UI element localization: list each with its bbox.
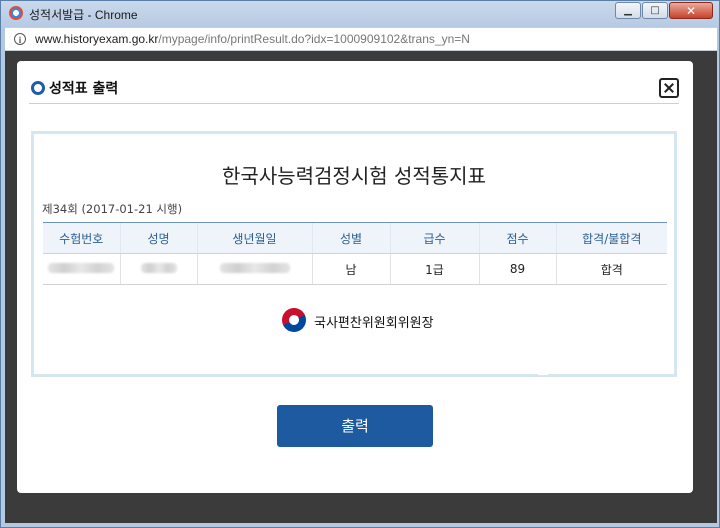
column-header: 성명 [119,222,197,254]
exam-info: 제34회 (2017-01-21 시행) [42,202,183,216]
modal-close-button[interactable] [659,78,679,98]
result-modal: 성적표 출력 한국사능력검정시험 성적통지표 제34회 (2017-01-21 … [17,61,693,493]
title-bar[interactable]: 성적서발급 - Chrome ▁ □ ✕ [1,1,719,25]
window-controls: ▁ □ ✕ [615,2,713,19]
birthdate-cell [196,253,312,285]
address-bar[interactable]: i www.historyexam.go.kr/mypage/info/prin… [5,27,717,51]
gender-cell: 남 [311,253,390,285]
print-button[interactable]: 출력 [277,405,433,447]
name-cell [119,253,197,285]
redacted-name [140,263,177,273]
issuer-name: 국사편찬위원회위원장 [314,316,434,331]
column-header: 성별 [311,222,390,254]
report-title: 한국사능력검정시험 성적통지표 [222,164,486,188]
redacted-birthdate [219,263,290,273]
window-title: 성적서발급 - Chrome [29,8,138,22]
column-header: 급수 [389,222,479,254]
chrome-icon [9,6,23,20]
url-text[interactable]: www.historyexam.go.kr/mypage/info/printR… [35,32,470,46]
column-header: 수험번호 [43,222,120,254]
window-close-button[interactable]: ✕ [669,2,713,19]
page-content: 성적표 출력 한국사능력검정시험 성적통지표 제34회 (2017-01-21 … [5,51,717,523]
column-header: 생년월일 [196,222,312,254]
score-report: 한국사능력검정시험 성적통지표 제34회 (2017-01-21 시행) 수험번… [31,131,677,377]
minimize-button[interactable]: ▁ [615,2,641,19]
modal-header: 성적표 출력 [29,75,679,104]
result-cell: 합격 [555,253,667,285]
column-header: 점수 [478,222,556,254]
mouse-cursor-icon [538,359,548,375]
modal-title: 성적표 출력 [49,81,119,97]
table-header-row: 수험번호 성명 생년월일 성별 급수 점수 합격/불합격 [43,222,667,254]
maximize-button[interactable]: □ [642,2,668,19]
redacted-exam-number [48,263,115,273]
browser-window: 성적서발급 - Chrome ▁ □ ✕ i www.historyexam.g… [0,0,720,528]
government-emblem-icon [278,304,310,336]
score-table: 수험번호 성명 생년월일 성별 급수 점수 합격/불합격 남 1급 89 합격 [43,222,667,285]
exam-number-cell [43,253,120,285]
column-header: 합격/불합격 [555,222,667,254]
info-icon[interactable]: i [14,33,26,45]
grade-cell: 1급 [389,253,479,285]
score-cell: 89 [478,253,556,285]
table-row: 남 1급 89 합격 [43,253,667,285]
url-host: www.historyexam.go.kr [35,32,159,46]
circle-bullet-icon [31,81,45,95]
url-path: /mypage/info/printResult.do?idx=10009091… [158,32,470,46]
